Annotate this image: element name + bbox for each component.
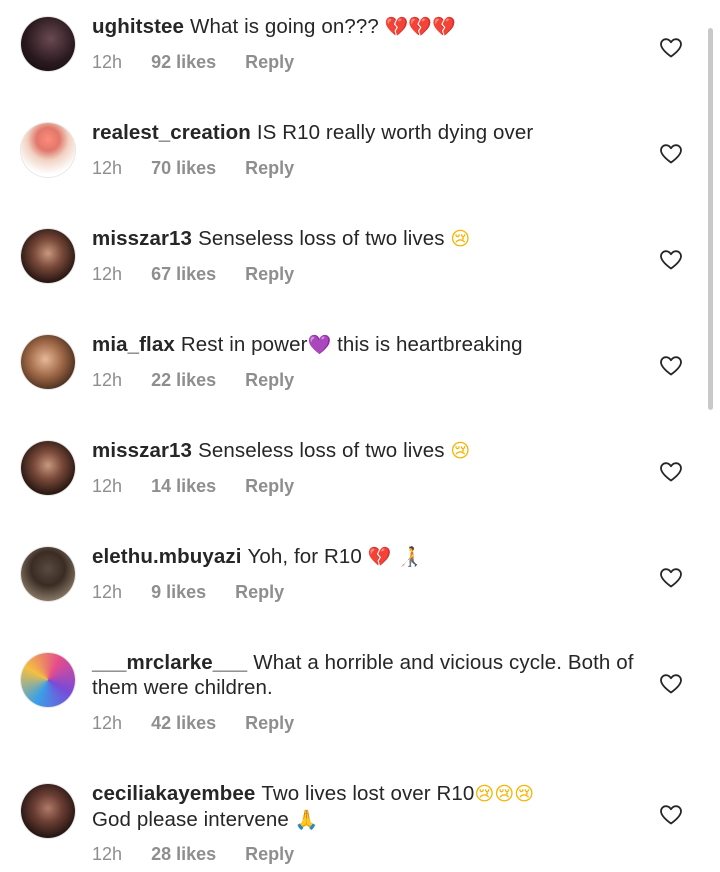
heart-outline-icon[interactable] (659, 460, 683, 484)
comment-time: 12h (92, 476, 123, 496)
heart-outline-icon[interactable] (659, 354, 683, 378)
avatar[interactable] (21, 229, 75, 283)
comment-username[interactable]: mia_flax (92, 333, 175, 356)
avatar[interactable] (21, 441, 75, 495)
comment-body: IS R10 really worth dying over (256, 121, 534, 144)
comment-body: Two lives lost over R10 (261, 782, 475, 805)
comment-likes[interactable]: 92 likes (151, 52, 216, 73)
broken-heart-emoji: 💔💔💔 (384, 16, 456, 38)
comment-likes[interactable]: 70 likes (151, 158, 216, 179)
avatar[interactable] (21, 335, 75, 389)
purple-heart-emoji: 💜 (307, 334, 332, 356)
comment-text: ___mrclarke___ What a horrible and viciou… (92, 650, 652, 700)
comment-text: realest_creation IS R10 really worth dyin… (92, 120, 652, 145)
comment-meta: 12h 70 likes Reply (92, 158, 318, 179)
comment-username[interactable]: ughitstee (92, 15, 184, 38)
heart-outline-icon[interactable] (659, 248, 683, 272)
heart-outline-icon[interactable] (659, 142, 683, 166)
comment-likes[interactable]: 22 likes (151, 370, 216, 391)
comment-username[interactable]: misszar13 (92, 227, 192, 250)
comment-username[interactable]: ceciliakayembee (92, 782, 255, 805)
reply-button[interactable]: Reply (245, 844, 294, 865)
reply-button[interactable]: Reply (245, 370, 294, 391)
crying-face-emoji: 😢 (450, 440, 471, 462)
comment-text: ughitstee What is going on??? 💔💔💔 (92, 14, 652, 40)
crying-face-emoji: 😢 (450, 228, 471, 250)
reply-button[interactable]: Reply (245, 264, 294, 285)
comment-meta: 12h 67 likes Reply (92, 264, 318, 285)
comment-likes[interactable]: 14 likes (151, 476, 216, 497)
comment-time: 12h (92, 370, 123, 390)
comment-body: Senseless loss of two lives (198, 439, 445, 462)
comment-time: 12h (92, 844, 123, 864)
comment-likes[interactable]: 42 likes (151, 713, 216, 734)
comment-username[interactable]: realest_creation (92, 121, 251, 144)
comment-body: Rest in power (180, 333, 308, 356)
comment-meta: 12h 42 likes Reply (92, 713, 318, 734)
comment-username[interactable]: elethu.mbuyazi (92, 545, 241, 568)
comment-username[interactable]: misszar13 (92, 439, 192, 462)
heart-outline-icon[interactable] (659, 672, 683, 696)
crying-face-emoji: 😢😢😢 (474, 783, 535, 805)
comment-text: mia_flax Rest in power💜 this is heartbrea… (92, 332, 652, 358)
folded-hands-emoji: 🙏 (294, 809, 319, 831)
comment-time: 12h (92, 52, 123, 72)
comment-meta: 12h 14 likes Reply (92, 476, 318, 497)
reply-button[interactable]: Reply (245, 52, 294, 73)
avatar[interactable] (21, 784, 75, 838)
avatar[interactable] (21, 123, 75, 177)
comment-text: misszar13 Senseless loss of two lives 😢 (92, 226, 652, 252)
comment-time: 12h (92, 264, 123, 284)
reply-button[interactable]: Reply (245, 158, 294, 179)
comment-body: Senseless loss of two lives (198, 227, 445, 250)
heart-outline-icon[interactable] (659, 36, 683, 60)
comment-text: misszar13 Senseless loss of two lives 😢 (92, 438, 652, 464)
reply-button[interactable]: Reply (235, 582, 284, 603)
comment-body: Yoh, for R10 (247, 545, 362, 568)
scrollbar[interactable] (708, 28, 713, 410)
comment-meta: 12h 92 likes Reply (92, 52, 318, 73)
broken-heart-emoji: 💔 🧑‍🦯 (367, 546, 422, 568)
comment-body: What is going on??? (190, 15, 379, 38)
comment-meta: 12h 22 likes Reply (92, 370, 318, 391)
comment-time: 12h (92, 158, 123, 178)
comment-text: elethu.mbuyazi Yoh, for R10 💔 🧑‍🦯 (92, 544, 652, 570)
reply-button[interactable]: Reply (245, 476, 294, 497)
comment-time: 12h (92, 582, 123, 602)
comment-likes[interactable]: 9 likes (151, 582, 206, 603)
heart-outline-icon[interactable] (659, 566, 683, 590)
comment-meta: 12h 9 likes Reply (92, 582, 308, 603)
comment-body-continued: God please intervene (92, 808, 289, 831)
comment-body-continued: this is heartbreaking (337, 333, 523, 356)
heart-outline-icon[interactable] (659, 803, 683, 827)
avatar[interactable] (21, 653, 75, 707)
comment-meta: 12h 28 likes Reply (92, 844, 318, 865)
avatar[interactable] (21, 17, 75, 71)
reply-button[interactable]: Reply (245, 713, 294, 734)
comment-time: 12h (92, 713, 123, 733)
comment-likes[interactable]: 28 likes (151, 844, 216, 865)
comment-text: ceciliakayembee Two lives lost over R10😢😢… (92, 781, 652, 833)
avatar[interactable] (21, 547, 75, 601)
comment-likes[interactable]: 67 likes (151, 264, 216, 285)
comment-username[interactable]: ___mrclarke___ (92, 651, 247, 674)
